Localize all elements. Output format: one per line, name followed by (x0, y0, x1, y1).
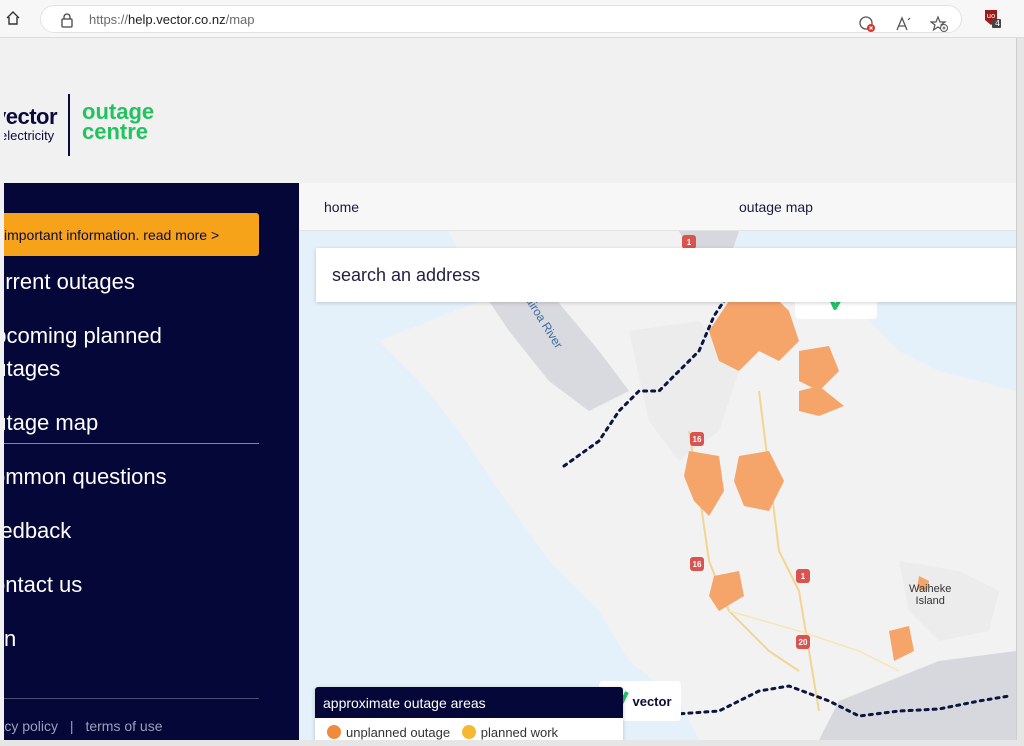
sidebar-nav: important information. read more > curre… (4, 183, 299, 740)
route-shield-16: 16 (690, 432, 704, 446)
outage-centre-line2: centre (82, 119, 149, 144)
url-host: help.vector.co.nz (128, 12, 226, 27)
tracking-prevention-icon[interactable] (857, 14, 877, 34)
window-bottom-edge (0, 740, 1024, 746)
extension-icon[interactable]: uo 4 (982, 8, 1002, 28)
terms-of-use-link[interactable]: terms of use (85, 718, 162, 734)
extension-badge: 4 (995, 19, 1001, 28)
vector-logo-subword: electricity (4, 128, 55, 143)
sidebar-item-common-questions[interactable]: common questions (4, 460, 167, 493)
active-item-underline (4, 443, 259, 444)
header: vector electricity outage centre (4, 38, 1016, 183)
read-aloud-icon[interactable] (893, 14, 913, 34)
web-page: vector electricity outage centre importa… (4, 38, 1016, 740)
home-icon[interactable] (2, 6, 24, 30)
unplanned-dot-icon (327, 725, 341, 739)
map-legend: approximate outage areas unplanned outag… (315, 687, 623, 740)
favorites-add-icon[interactable] (929, 14, 949, 34)
window-scrollbar-edge (1016, 38, 1024, 746)
address-bar[interactable]: https://help.vector.co.nz/map (40, 5, 962, 33)
browser-toolbar: https://help.vector.co.nz/map uo 4 (0, 0, 1024, 38)
island-label-line2: Island (915, 595, 945, 607)
route-shield-20: 20 (796, 635, 810, 649)
browser-window: https://help.vector.co.nz/map uo 4 vecto… (0, 0, 1024, 746)
legend-unplanned-label: unplanned outage (346, 725, 451, 740)
lock-icon[interactable] (59, 12, 75, 28)
map-canvas (379, 231, 1016, 740)
important-info-button[interactable]: important information. read more > (4, 213, 259, 256)
sidebar-item-label-line2: outages (4, 356, 61, 381)
sidebar-item-label-line1: upcoming planned (4, 323, 162, 348)
logo-divider (68, 94, 70, 156)
legend-title: approximate outage areas (315, 687, 623, 718)
footer-separator: | (69, 718, 74, 734)
route-shield-1-top: 1 (682, 235, 696, 249)
url-path: /map (225, 12, 255, 27)
sidebar-item-contact-us[interactable]: contact us (4, 568, 82, 601)
route-shield-1: 1 (796, 569, 810, 583)
sidebar-item-current-outages[interactable]: current outages (4, 265, 135, 298)
sidebar-item-upcoming-planned-outages[interactable]: upcoming planned outages (4, 319, 162, 385)
url-text[interactable]: https://help.vector.co.nz/map (89, 12, 255, 27)
sidebar-item-join[interactable]: join (4, 622, 16, 655)
footer-links: privacy policy | terms of use (4, 718, 170, 734)
planned-dot-icon (461, 725, 476, 739)
address-search-input[interactable]: search an address (316, 248, 1016, 302)
breadcrumb: home outage map (299, 183, 1016, 231)
vector-logo-word[interactable]: vector (4, 104, 58, 130)
outage-centre-logo[interactable]: outage centre (82, 101, 154, 144)
sidebar-divider (4, 698, 259, 699)
legend-items: unplanned outage planned work (327, 725, 558, 740)
island-label: Waiheke Island (909, 583, 951, 607)
legend-planned-label: planned work (480, 725, 559, 740)
breadcrumb-outage-map: outage map (739, 199, 813, 215)
island-label-line1: Waiheke (909, 583, 952, 595)
url-scheme: https:// (89, 12, 129, 27)
privacy-policy-link[interactable]: privacy policy (4, 718, 58, 734)
route-shield-16-lower: 16 (690, 557, 704, 571)
breadcrumb-home[interactable]: home (324, 199, 359, 215)
vector-marker-label: vector (632, 693, 672, 709)
sidebar-item-feedback[interactable]: feedback (4, 514, 71, 547)
outage-map[interactable]: Wairoa River Waiheke Island 1 16 16 1 20… (299, 231, 1016, 740)
sidebar-item-outage-map[interactable]: outage map (4, 406, 98, 439)
